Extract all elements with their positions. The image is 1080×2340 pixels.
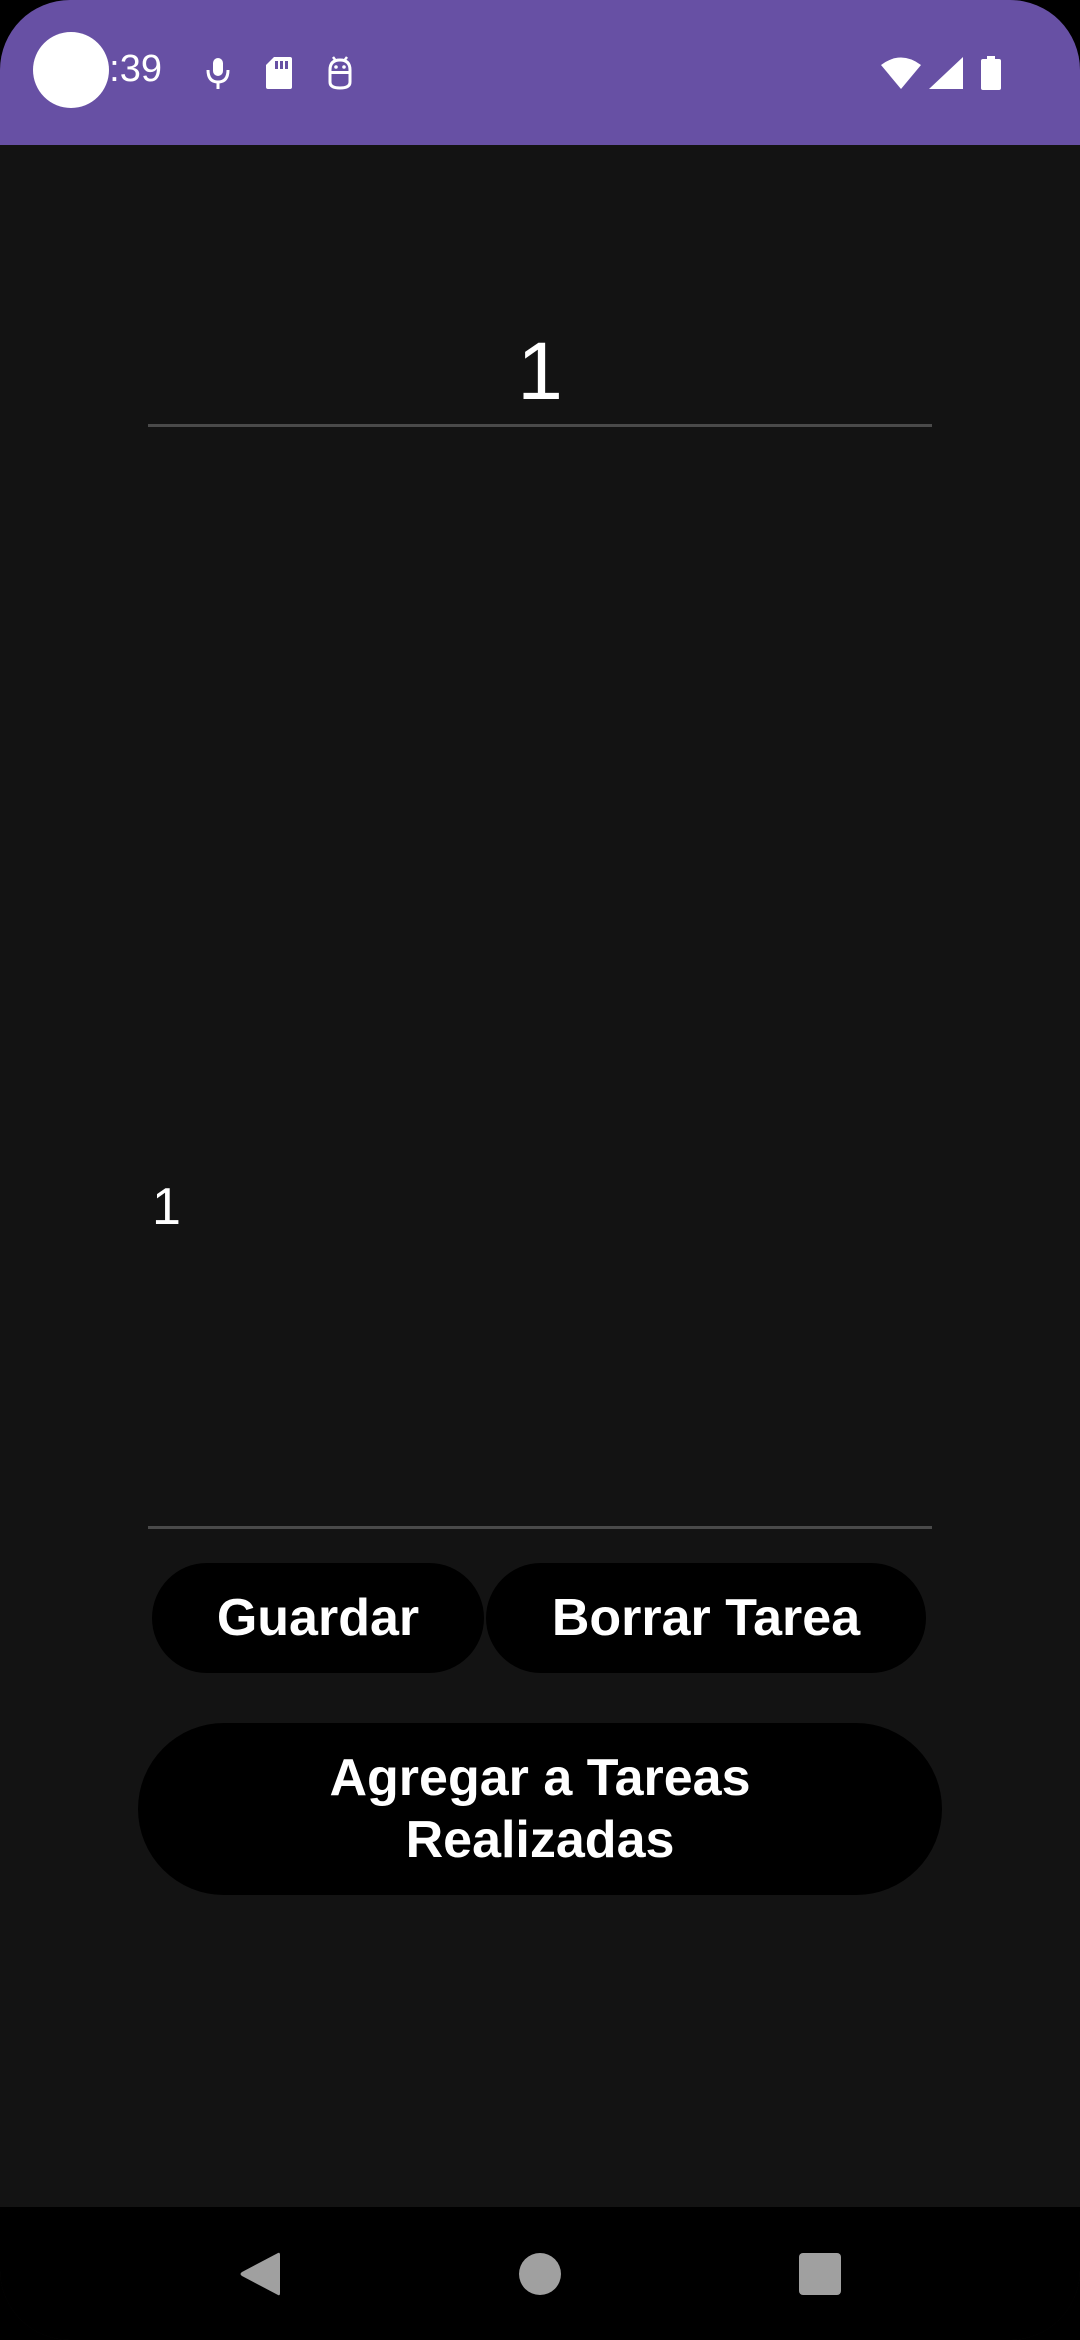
recents-button[interactable] [760, 2207, 880, 2340]
task-editor: 1 1 Guardar Borrar Tarea Agregar a Tarea… [0, 145, 1080, 2207]
camera-cutout-icon [33, 32, 109, 108]
android-debug-icon [328, 56, 352, 90]
status-bar: 3:39 [0, 0, 1080, 145]
recents-icon [799, 2252, 841, 2295]
delete-task-button[interactable]: Borrar Tarea [486, 1563, 926, 1673]
task-body-input[interactable]: 1 [148, 436, 932, 1529]
phone-screen: 3:39 1 1 Guardar Borrar Tarea Agregar a … [0, 0, 1080, 2340]
task-body-value: 1 [152, 1178, 181, 1236]
delete-task-button-label: Borrar Tarea [551, 1589, 861, 1647]
navigation-bar [0, 2207, 1080, 2340]
task-title-input[interactable]: 1 [148, 320, 932, 427]
back-icon [240, 2252, 280, 2295]
task-title-value: 1 [517, 326, 563, 417]
microphone-icon [206, 58, 230, 89]
back-button[interactable] [200, 2207, 320, 2340]
add-to-completed-button[interactable]: Agregar a Tareas Realizadas [138, 1723, 942, 1895]
sd-card-icon [266, 57, 292, 89]
home-icon [519, 2252, 561, 2295]
cellular-signal-icon [929, 57, 963, 89]
battery-icon [981, 56, 1001, 90]
wifi-icon [881, 57, 921, 89]
add-to-completed-button-label: Agregar a Tareas Realizadas [329, 1749, 751, 1869]
save-button-label: Guardar [216, 1589, 420, 1647]
save-button[interactable]: Guardar [152, 1563, 484, 1673]
home-button[interactable] [480, 2207, 600, 2340]
